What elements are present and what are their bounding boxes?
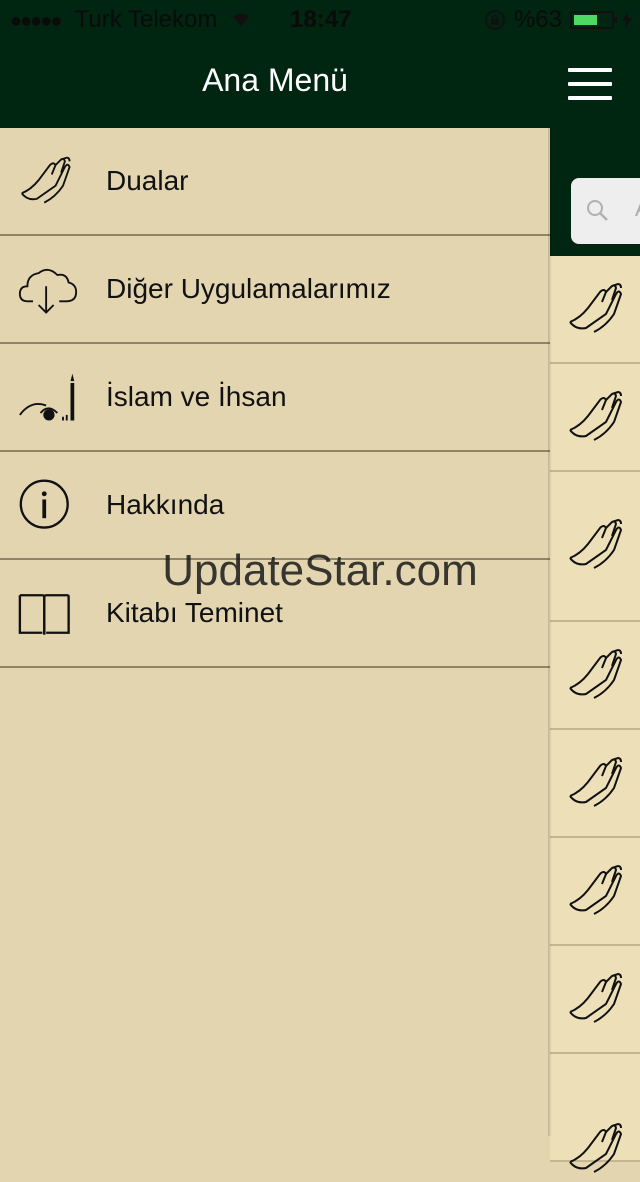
menu-item-kitabi-teminet[interactable]: Kitabı Teminet (0, 560, 550, 668)
signal-strength: ●●●●● (10, 10, 62, 32)
battery-icon (570, 11, 617, 29)
search-icon (587, 200, 608, 221)
drawer-shadow (548, 128, 552, 1136)
praying-hands-icon (569, 648, 623, 699)
list-item[interactable] (550, 946, 640, 1054)
info-icon (19, 479, 69, 529)
menu-item-label: İslam ve İhsan (106, 381, 287, 412)
menu-item-dualar[interactable]: Dualar (0, 128, 550, 236)
orientation-lock-icon (484, 10, 505, 30)
status-time: 18:47 (290, 6, 352, 33)
cloud-download-icon (18, 268, 78, 314)
praying-hands-icon (569, 518, 623, 569)
praying-hands-icon (569, 756, 623, 807)
list-item[interactable] (550, 838, 640, 946)
wifi-icon (233, 13, 250, 26)
list-item[interactable] (550, 1054, 640, 1173)
carrier-name: Turk Telekom (74, 6, 218, 33)
praying-hands-icon (569, 1122, 623, 1173)
drawer-menu: Dualar Diğer Uygulamalarımız İslam ve İh… (0, 128, 550, 668)
search-placeholder: A (635, 196, 640, 222)
praying-hands-icon (569, 282, 623, 333)
battery-percent: %63 (513, 6, 562, 33)
content-list (550, 256, 640, 1173)
praying-hands-icon (21, 156, 71, 204)
praying-hands-icon (569, 972, 623, 1023)
menu-item-label: Dualar (106, 165, 189, 196)
search-input[interactable]: A (571, 178, 640, 244)
praying-hands-icon (569, 390, 623, 441)
menu-item-label: Kitabı Teminet (106, 597, 283, 628)
book-icon (18, 594, 70, 635)
list-item[interactable] (550, 622, 640, 730)
menu-item-label: Diğer Uygulamalarımız (106, 273, 391, 304)
bolt-icon (622, 11, 632, 29)
hamburger-icon[interactable] (568, 68, 612, 100)
list-item[interactable] (550, 364, 640, 472)
list-item[interactable] (550, 256, 640, 364)
list-item[interactable] (550, 730, 640, 838)
mosque-icon (19, 373, 75, 421)
praying-hands-icon (569, 864, 623, 915)
menu-item-label: Hakkında (106, 489, 225, 520)
status-bar: ●●●●● Turk Telekom 18:47 %63 (0, 0, 640, 40)
list-item[interactable] (550, 472, 640, 622)
menu-item-diger-uygulamalarimiz[interactable]: Diğer Uygulamalarımız (0, 236, 550, 344)
menu-item-islam-ve-ihsan[interactable]: İslam ve İhsan (0, 344, 550, 452)
menu-item-hakkinda[interactable]: Hakkında (0, 452, 550, 560)
page-title: Ana Menü (202, 62, 348, 98)
